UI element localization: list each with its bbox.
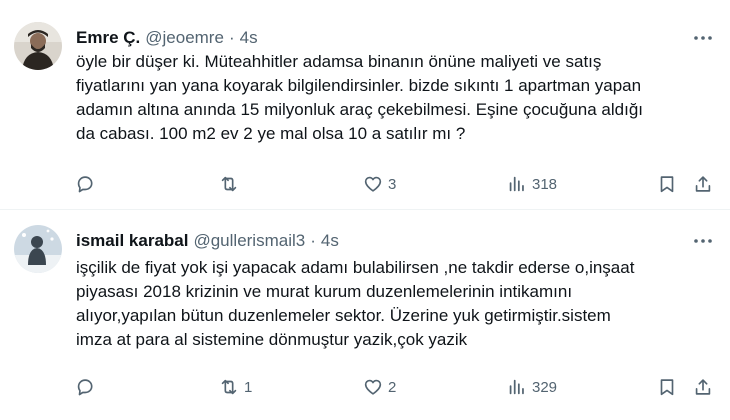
like-button[interactable]: 2 — [362, 374, 396, 400]
reply-button[interactable] — [74, 374, 100, 400]
timestamp[interactable]: 4s — [240, 28, 258, 48]
tweet[interactable]: ismail karabal @gullerismail3 · 4s işçil… — [0, 210, 730, 420]
like-count: 2 — [388, 378, 397, 396]
share-upload-icon — [695, 176, 711, 192]
bookmark-button[interactable] — [656, 374, 678, 400]
heart-icon — [364, 379, 382, 395]
retweet-arrows-icon — [221, 379, 237, 395]
more-dots-icon — [694, 36, 712, 40]
user-handle[interactable]: @jeoemre — [145, 28, 224, 48]
tweet-actions: 3 318 — [70, 171, 720, 197]
views-bars-icon — [509, 379, 524, 395]
reply-button[interactable] — [74, 171, 100, 197]
more-dots-icon — [694, 239, 712, 243]
share-upload-icon — [695, 379, 711, 395]
avatar[interactable] — [14, 225, 62, 273]
tweet-text: işçilik de fiyat yok işi yapacak adamı b… — [76, 258, 635, 349]
retweet-count: 1 — [244, 378, 253, 396]
like-button[interactable]: 3 — [362, 171, 396, 197]
tweet-header: Emre Ç. @jeoemre · 4s — [76, 27, 258, 49]
views-count: 329 — [532, 378, 558, 396]
separator-dot: · — [228, 28, 235, 47]
heart-icon — [364, 176, 382, 192]
display-name[interactable]: Emre Ç. — [76, 28, 140, 48]
share-button[interactable] — [692, 171, 714, 197]
retweet-arrows-icon — [221, 176, 237, 192]
user-photo-avatar — [14, 22, 62, 70]
avatar[interactable] — [14, 22, 62, 70]
tweet-actions: 1 2 329 — [70, 374, 720, 400]
reply-bubble-icon — [77, 379, 93, 396]
separator-dot: · — [310, 231, 316, 250]
timestamp[interactable]: 4s — [321, 231, 339, 251]
tweet-text: öyle bir düşer ki. Müteahhitler adamsa b… — [76, 52, 644, 143]
views-button[interactable]: 329 — [506, 374, 557, 400]
share-button[interactable] — [692, 374, 714, 400]
more-options-button[interactable] — [690, 230, 716, 252]
tweet[interactable]: Emre Ç. @jeoemre · 4s öyle bir düşer ki.… — [0, 0, 730, 210]
tweet-header: ismail karabal @gullerismail3 · 4s — [76, 230, 339, 252]
like-count: 3 — [388, 175, 397, 193]
bookmark-icon — [660, 176, 674, 193]
user-photo-avatar — [14, 225, 62, 273]
bookmark-button[interactable] — [656, 171, 678, 197]
more-options-button[interactable] — [690, 27, 716, 49]
display-name[interactable]: ismail karabal — [76, 231, 188, 251]
reply-bubble-icon — [77, 176, 93, 193]
views-button[interactable]: 318 — [506, 171, 557, 197]
retweet-button[interactable]: 1 — [218, 374, 252, 400]
retweet-button[interactable] — [218, 171, 244, 197]
views-bars-icon — [509, 176, 524, 192]
bookmark-icon — [660, 379, 674, 396]
user-handle[interactable]: @gullerismail3 — [193, 231, 305, 251]
views-count: 318 — [532, 175, 558, 193]
